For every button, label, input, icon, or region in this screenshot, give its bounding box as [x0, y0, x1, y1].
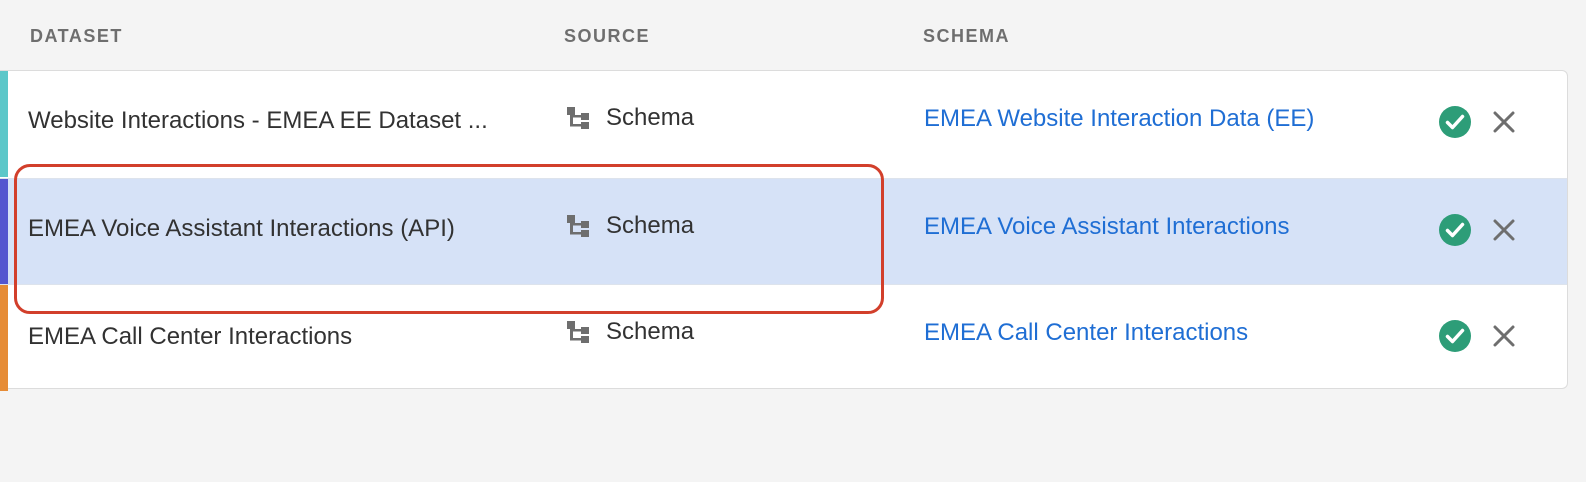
table-row[interactable]: Website Interactions - EMEA EE Dataset .… [0, 71, 1567, 177]
close-icon[interactable] [1492, 218, 1516, 242]
schema-link[interactable]: EMEA Website Interaction Data (EE) [924, 105, 1314, 133]
check-circle-icon[interactable] [1439, 106, 1471, 138]
schema-tree-icon [567, 107, 589, 129]
dataset-name: EMEA Call Center Interactions [28, 323, 353, 350]
check-circle-icon[interactable] [1439, 214, 1471, 246]
column-header-source[interactable]: SOURCE [564, 26, 650, 47]
source-label: Schema [606, 212, 695, 239]
close-icon[interactable] [1492, 110, 1516, 134]
source-cell: Schema [566, 103, 694, 133]
table-row-selected[interactable]: EMEA Voice Assistant Interactions (API) … [0, 178, 1567, 285]
source-label: Schema [606, 318, 695, 345]
schema-link[interactable]: EMEA Voice Assistant Interactions [924, 213, 1290, 241]
source-label: Schema [606, 104, 695, 131]
column-header-dataset[interactable]: DATASET [30, 26, 123, 47]
source-cell: Schema [566, 317, 694, 347]
source-cell: Schema [566, 211, 694, 241]
table-row[interactable]: EMEA Call Center Interactions Schema EME… [0, 285, 1567, 391]
schema-link[interactable]: EMEA Call Center Interactions [924, 319, 1248, 347]
schema-tree-icon [567, 215, 589, 237]
row-color-stripe [0, 71, 8, 177]
column-header-schema[interactable]: SCHEMA [923, 26, 1010, 47]
check-circle-icon[interactable] [1439, 320, 1471, 352]
dataset-name: Website Interactions - EMEA EE Dataset .… [28, 107, 488, 134]
schema-tree-icon [567, 321, 589, 343]
row-color-stripe [0, 285, 8, 391]
table-header: DATASET SOURCE SCHEMA [0, 0, 1586, 72]
close-icon[interactable] [1492, 324, 1516, 348]
dataset-table: Website Interactions - EMEA EE Dataset .… [0, 70, 1568, 391]
row-color-stripe [0, 179, 8, 284]
dataset-name: EMEA Voice Assistant Interactions (API) [28, 215, 455, 242]
